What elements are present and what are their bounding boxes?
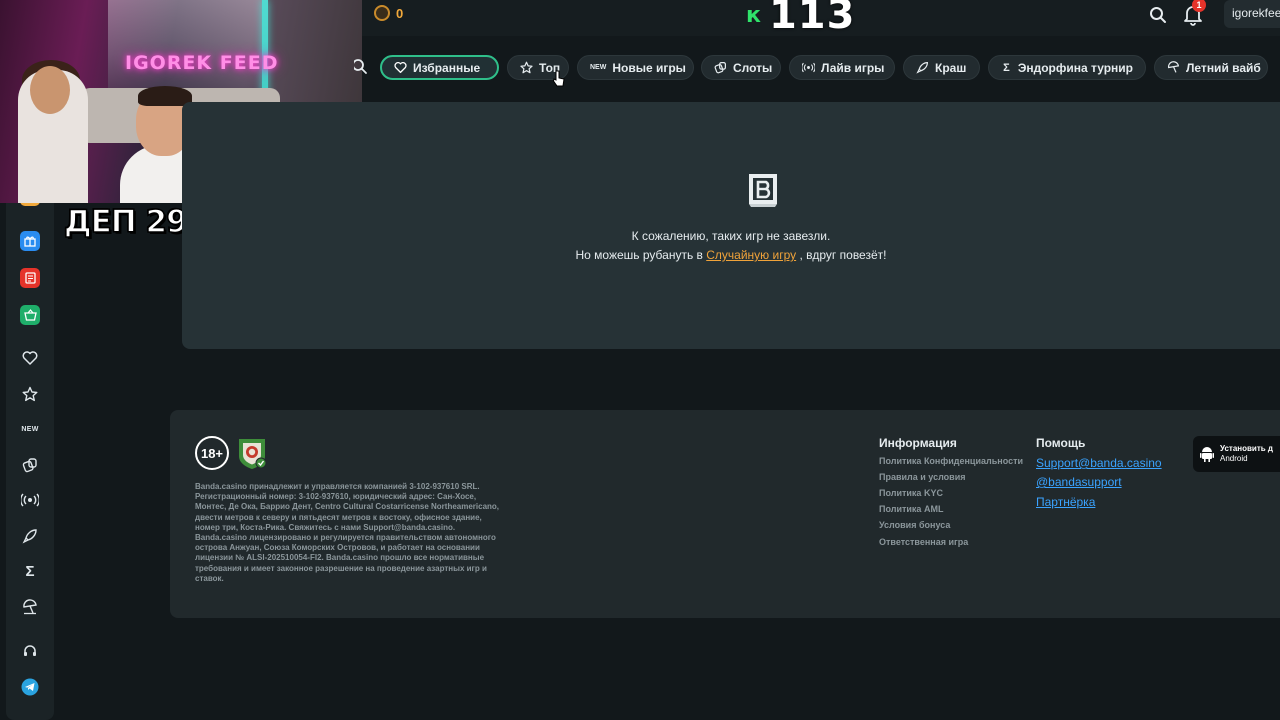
footer-link-responsible-gaming[interactable]: Ответственная игра <box>879 537 968 547</box>
footer-link-terms[interactable]: Правила и условия <box>879 472 966 482</box>
android-button-label: Установить д <box>1220 444 1273 453</box>
star-icon <box>520 61 533 74</box>
coin-icon <box>374 5 390 21</box>
tab-crash[interactable]: Краш <box>903 55 980 80</box>
umbrella-icon <box>1167 61 1180 74</box>
sidebar-item-telegram[interactable] <box>20 677 40 697</box>
help-column-title: Помощь <box>1036 436 1086 450</box>
umbrella-icon <box>23 599 37 615</box>
slot-icon <box>22 458 37 473</box>
neon-sign: IGOREK FEED <box>125 52 279 74</box>
tab-label: Избранные <box>413 60 481 75</box>
heart-icon <box>22 351 38 365</box>
support-icon <box>24 645 36 656</box>
random-game-link[interactable]: Случайную игру <box>706 248 796 262</box>
document-icon <box>20 268 40 288</box>
rocket-icon <box>916 61 929 74</box>
sidebar-item-live[interactable] <box>20 490 40 510</box>
sigma-icon: Σ <box>1003 61 1010 74</box>
install-android-button[interactable]: Установить д Android <box>1193 436 1280 472</box>
footer: 18+ Banda.casino принадлежит и управляет… <box>170 410 1280 618</box>
license-seal-icon[interactable] <box>236 436 268 470</box>
tab-new-games[interactable]: NEW Новые игры <box>577 55 694 80</box>
tab-summer-vibe[interactable]: Летний вайб <box>1154 55 1268 80</box>
live-icon <box>802 61 815 74</box>
empty-message: К сожалению, таких игр не завезли. <box>631 229 831 243</box>
partner-link[interactable]: Партнёрка <box>1036 495 1095 509</box>
support-email-link[interactable]: Support@banda.casino <box>1036 456 1162 470</box>
android-button-sublabel: Android <box>1220 454 1248 463</box>
tab-label: Летний вайб <box>1186 60 1261 75</box>
tab-label: Слоты <box>733 60 773 75</box>
tab-label: Эндорфина турнир <box>1017 60 1133 75</box>
shop-icon <box>20 305 40 325</box>
sidebar: NEW Σ <box>6 180 54 720</box>
sidebar-item-tournament[interactable]: Σ <box>20 561 40 581</box>
tab-label: Лайв игры <box>821 60 885 75</box>
tab-label: Краш <box>935 60 967 75</box>
tab-label: Новые игры <box>612 60 686 75</box>
tab-endorphina-tournament[interactable]: Σ Эндорфина турнир <box>988 55 1146 80</box>
age-restriction-badge: 18+ <box>195 436 229 470</box>
info-column-title: Информация <box>879 436 957 450</box>
tab-slots[interactable]: Слоты <box>701 55 781 80</box>
sidebar-item-crash[interactable] <box>20 526 40 546</box>
live-icon <box>21 493 39 507</box>
category-tabs: Избранные Топ NEW Новые игры Слоты Лайв … <box>362 50 1280 86</box>
slot-icon <box>714 61 727 74</box>
new-tag: NEW <box>21 425 39 433</box>
heart-icon <box>394 61 407 74</box>
empty-suggestion: Но можешь рубануть в Случайную игру , вд… <box>575 248 887 262</box>
footer-link-bonus-terms[interactable]: Условия бонуса <box>879 520 950 530</box>
coin-balance-value: 0 <box>396 5 404 21</box>
footer-link-kyc[interactable]: Политика KYC <box>879 488 943 498</box>
stream-counter-prefix: к <box>746 2 761 28</box>
sidebar-item-summer[interactable] <box>20 597 40 617</box>
sidebar-item-slots[interactable] <box>20 455 40 475</box>
sigma-icon: Σ <box>25 562 35 580</box>
support-telegram-link[interactable]: @bandasupport <box>1036 475 1122 489</box>
user-menu[interactable]: igorekfee <box>1224 0 1280 28</box>
tab-favorites[interactable]: Избранные <box>380 55 499 80</box>
sidebar-item-gifts[interactable] <box>20 231 40 251</box>
search-icon[interactable] <box>1148 5 1168 25</box>
sidebar-item-tasks[interactable] <box>20 268 40 288</box>
new-tag: NEW <box>590 64 607 71</box>
footer-link-privacy[interactable]: Политика Конфиденциальности <box>879 456 1023 466</box>
sidebar-item-new[interactable]: NEW <box>20 419 40 439</box>
footer-link-aml[interactable]: Политика AML <box>879 504 943 514</box>
tab-live-games[interactable]: Лайв игры <box>789 55 895 80</box>
star-icon <box>22 386 38 402</box>
banda-logo-icon <box>749 174 777 207</box>
gift-icon <box>20 231 40 251</box>
sidebar-item-shop[interactable] <box>20 305 40 325</box>
mouse-cursor-icon <box>552 70 565 87</box>
legal-text: Banda.casino принадлежит и управляется к… <box>195 482 500 583</box>
sidebar-item-favorites[interactable] <box>20 348 40 368</box>
stream-counter: к 113 <box>746 0 855 38</box>
sidebar-item-support[interactable] <box>20 641 40 661</box>
sidebar-item-top[interactable] <box>20 384 40 404</box>
empty-games-panel: К сожалению, таких игр не завезли. Но мо… <box>182 102 1280 349</box>
rocket-icon <box>22 529 37 544</box>
telegram-icon <box>21 678 39 696</box>
wall-poster <box>108 0 268 90</box>
android-icon <box>1200 447 1214 462</box>
coin-balance[interactable]: 0 <box>374 5 403 21</box>
stream-counter-value: 113 <box>768 0 856 38</box>
